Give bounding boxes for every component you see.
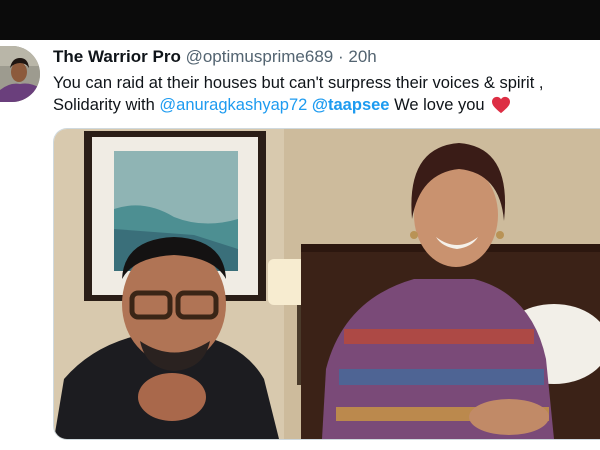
timestamp[interactable]: 20h [348,47,376,66]
display-name[interactable]: The Warrior Pro [53,47,181,66]
mention-anuragkashyap72[interactable]: @anuragkashyap72 [159,96,307,114]
tweet-text-line1: You can raid at their houses but can't s… [53,74,544,92]
heart-icon [491,96,511,120]
tweet-text: You can raid at their houses but can't s… [53,72,592,120]
tweet-text-line2: Solidarity with @anuragkashyap72 @taapse… [53,94,592,120]
text-prefix: Solidarity with [53,96,155,114]
tweet-photo[interactable] [53,128,600,440]
separator-dot: · [337,47,344,66]
mention-taapsee[interactable]: @taapsee [312,96,390,114]
text-suffix: We love you [394,96,485,114]
tweet-card[interactable]: The Warrior Pro @optimusprime689 · 20h Y… [0,40,600,450]
top-bar [0,0,600,40]
handle[interactable]: @optimusprime689 [186,47,334,66]
avatar[interactable] [0,46,40,102]
tweet-header: The Warrior Pro @optimusprime689 · 20h [53,46,592,68]
